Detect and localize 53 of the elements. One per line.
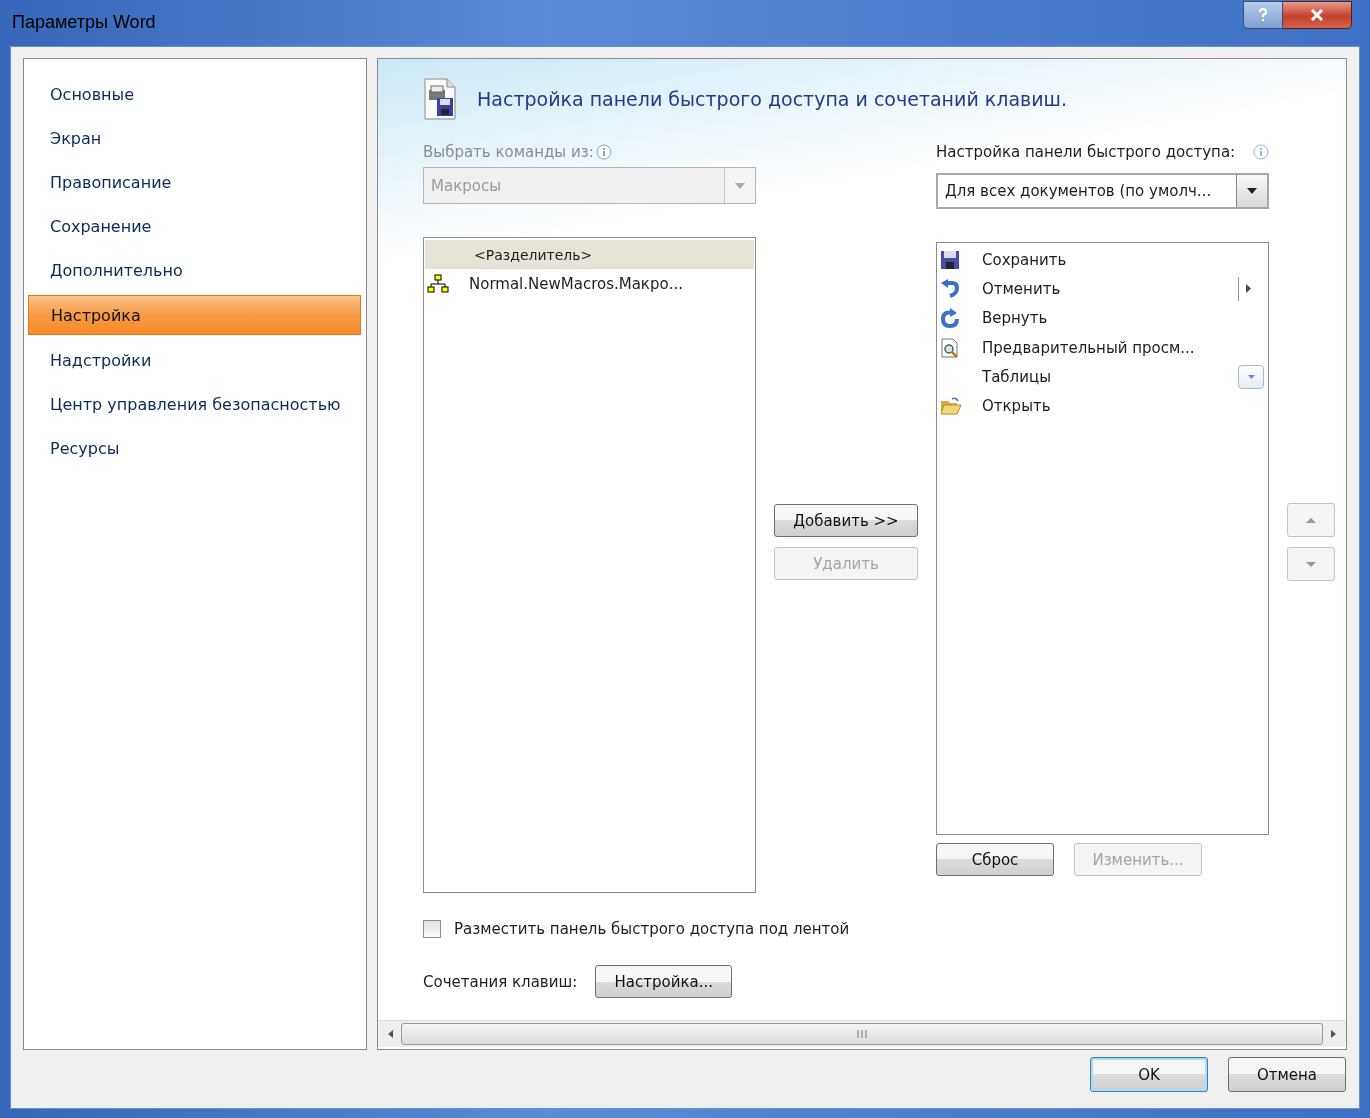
- dropdown-arrow-icon: [1247, 374, 1255, 379]
- list-item[interactable]: Отменить: [938, 274, 1267, 304]
- close-icon: [1310, 9, 1324, 21]
- down-arrow-icon: [1306, 561, 1316, 567]
- dropdown-arrow-icon: [1247, 188, 1257, 194]
- sidebar-item[interactable]: Сохранение: [28, 204, 361, 248]
- scroll-left-icon: [388, 1030, 393, 1038]
- list-item[interactable]: Normal.NewMacros.Макро...: [425, 269, 754, 298]
- sidebar-item[interactable]: Дополнительно: [28, 248, 361, 292]
- folder-icon: [940, 396, 962, 417]
- up-arrow-icon: [1306, 517, 1316, 523]
- save-icon: [940, 249, 962, 270]
- redo-arrow-icon: [940, 308, 962, 329]
- sidebar-item[interactable]: Экран: [28, 116, 361, 160]
- sidebar-item[interactable]: Настройка: [28, 295, 361, 335]
- menu-button[interactable]: [1238, 364, 1264, 389]
- sidebar-item[interactable]: Надстройки: [28, 338, 361, 382]
- help-button[interactable]: [1243, 1, 1283, 29]
- dialog-button[interactable]: Отмена: [1228, 1057, 1346, 1092]
- sidebar-item[interactable]: Центр управления безопасностью: [28, 382, 361, 426]
- customize-shortcuts-button[interactable]: Настройка...: [595, 965, 733, 998]
- sidebar-item[interactable]: Основные: [28, 72, 361, 116]
- list-item[interactable]: <Разделитель>: [425, 240, 754, 269]
- dialog-button[interactable]: OK: [1090, 1057, 1208, 1092]
- info-icon: [595, 144, 612, 160]
- list-item[interactable]: Таблицы: [938, 362, 1267, 392]
- sidebar-item[interactable]: Правописание: [28, 160, 361, 204]
- macro-icon: [427, 273, 449, 294]
- field-label: Настройка панели быстрого доступа:: [936, 142, 1237, 163]
- field-label: Выбрать команды из:: [423, 143, 594, 161]
- document-save-icon: [423, 78, 457, 120]
- scrollbar-thumb[interactable]: [401, 1023, 1323, 1045]
- add-button[interactable]: Добавить >>: [774, 504, 918, 537]
- list-item[interactable]: Сохранить: [938, 245, 1267, 275]
- info-icon: [1253, 144, 1269, 160]
- scroll-right-icon: [1331, 1030, 1336, 1038]
- help-icon: [1258, 8, 1268, 22]
- reset-button[interactable]: Сброс: [936, 843, 1054, 876]
- toolbar-scope-dropdown[interactable]: Для всех документов (по умолч...: [936, 173, 1269, 209]
- checkbox-label: Разместить панель быстрого доступа под лентой: [454, 920, 850, 938]
- close-button[interactable]: [1283, 1, 1352, 29]
- grip-icon: [857, 1030, 867, 1038]
- list-item[interactable]: Предварительный просм...: [938, 332, 1267, 363]
- section-title: Настройка панели быстрого доступа и сочетаний клавиш.: [477, 88, 1067, 110]
- dropdown-arrow-icon: [735, 182, 745, 189]
- horizontal-scrollbar[interactable]: [378, 1020, 1346, 1047]
- list-item[interactable]: Вернуть: [938, 303, 1267, 333]
- list-item[interactable]: Открыть: [938, 391, 1267, 421]
- window-title: Параметры Word: [12, 12, 156, 33]
- undo-arrow-icon: [940, 278, 962, 299]
- checkbox[interactable]: [423, 920, 441, 938]
- field-label: Сочетания клавиш:: [423, 972, 578, 991]
- sidebar-item[interactable]: Ресурсы: [28, 426, 361, 470]
